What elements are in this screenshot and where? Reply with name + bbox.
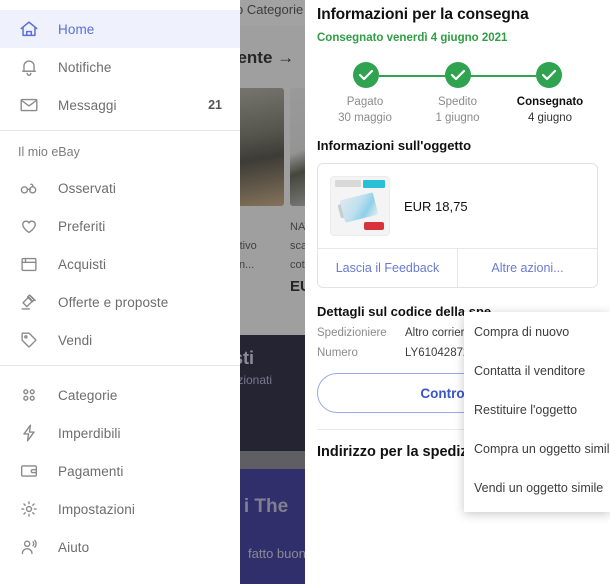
tracker-labels: Pagato 30 maggio Spedito 1 giugno Conseg… — [305, 88, 610, 124]
bolt-icon — [18, 422, 40, 444]
sidebar-group-title: Il mio eBay — [18, 145, 80, 159]
item-thumbnail[interactable] — [330, 176, 390, 236]
tracker-label-paid: Pagato 30 maggio — [321, 96, 409, 124]
menu-item-compra-di-nuovo[interactable]: Compra di nuovo — [464, 312, 610, 351]
tracker-step-paid-icon — [353, 62, 379, 88]
sidebar-item-impostazioni[interactable]: Impostazioni — [0, 490, 240, 528]
sidebar-item-imperdibili[interactable]: Imperdibili — [0, 414, 240, 452]
item-info-heading: Informazioni sull'oggetto — [317, 138, 472, 153]
sidebar-item-label: Imperdibili — [58, 425, 121, 441]
sidebar-item-acquisti[interactable]: Acquisti — [0, 245, 240, 283]
bag-icon — [18, 253, 40, 275]
sidebar-item-label: Preferiti — [58, 218, 106, 234]
sidebar-item-offerte-e-proposte[interactable]: Offerte e proposte — [0, 283, 240, 321]
tracking-key: Spedizioniere — [317, 327, 387, 339]
sidebar-top-spacer — [0, 0, 240, 10]
sidebar-item-label: Impostazioni — [58, 501, 135, 517]
sidebar-drawer: Home Notifiche Messaggi 21 Il mio eBay O… — [0, 0, 240, 584]
bell-icon — [18, 56, 40, 78]
more-actions-button[interactable]: Altre azioni... — [457, 249, 597, 287]
tracking-value: LY61042872 — [405, 347, 470, 359]
sidebar-item-label: Pagamenti — [58, 463, 124, 479]
sidebar-item-label: Osservati — [58, 180, 116, 196]
sidebar-item-label: Vendi — [58, 332, 93, 348]
tracker-label-shipped: Spedito 1 giugno — [414, 96, 502, 124]
thumbnail-brand-mark-right — [363, 180, 385, 188]
tracking-key: Numero — [317, 347, 358, 359]
tracker-step-name: Pagato — [346, 96, 384, 108]
sidebar-item-home[interactable]: Home — [0, 10, 240, 48]
menu-item-compra-un-oggetto-simile[interactable]: Compra un oggetto simile — [464, 429, 610, 468]
envelope-icon — [18, 94, 40, 116]
grid-icon — [18, 384, 40, 406]
leave-feedback-button[interactable]: Lascia il Feedback — [318, 249, 457, 287]
tracker-step-date: 1 giugno — [435, 112, 480, 124]
sidebar-item-label: Messaggi — [58, 97, 117, 113]
home-icon — [18, 18, 40, 40]
sidebar-item-aiuto[interactable]: Aiuto — [0, 528, 240, 566]
sidebar-item-notifiche[interactable]: Notifiche — [0, 48, 240, 86]
sidebar-item-vendi[interactable]: Vendi — [0, 321, 240, 359]
item-summary-row[interactable]: EUR 18,75 — [318, 164, 597, 248]
sidebar-item-messaggi[interactable]: Messaggi 21 — [0, 86, 240, 124]
tracking-value: Altro corriere — [405, 327, 471, 339]
tracker-step-name: Consegnato — [516, 96, 584, 108]
binoculars-icon — [18, 177, 40, 199]
gavel-icon — [18, 291, 40, 313]
thumbnail-red-badge — [364, 222, 384, 230]
item-price: EUR 18,75 — [404, 198, 468, 214]
heart-icon — [18, 215, 40, 237]
sidebar-item-categorie[interactable]: Categorie — [0, 376, 240, 414]
sidebar-item-label: Categorie — [58, 387, 118, 403]
tracker-step-date: 30 maggio — [338, 112, 392, 124]
sidebar-item-label: Offerte e proposte — [58, 294, 169, 310]
page-title: Informazioni per la consegna — [317, 6, 529, 23]
item-card: EUR 18,75 Lascia il Feedback Altre azion… — [317, 163, 598, 288]
delivery-status-text: Consegnato venerdì 4 giugno 2021 — [317, 32, 508, 44]
thumbnail-brand-mark-left — [335, 180, 361, 187]
tracker-label-delivered: Consegnato 4 giugno — [506, 96, 594, 124]
messaggi-badge: 21 — [208, 98, 222, 112]
tracker-step-name: Spedito — [437, 96, 477, 108]
tracker-step-date: 4 giugno — [527, 112, 573, 124]
menu-item-contatta-il-venditore[interactable]: Contatta il venditore — [464, 351, 610, 390]
wallet-icon — [18, 460, 40, 482]
tracker-steps — [305, 62, 610, 88]
support-icon — [18, 536, 40, 558]
tracker-step-shipped-icon — [444, 62, 471, 88]
order-progress-tracker: Pagato 30 maggio Spedito 1 giugno Conseg… — [305, 62, 610, 124]
item-action-bar: Lascia il Feedback Altre azioni... — [318, 248, 597, 287]
sidebar-item-label: Aiuto — [58, 539, 90, 555]
screen-root: o Categorie cente → estivo ki n... NATU … — [0, 0, 610, 584]
more-actions-dropdown: Compra di nuovo Contatta il venditore Re… — [464, 312, 610, 512]
sidebar-item-preferiti[interactable]: Preferiti — [0, 207, 240, 245]
tag-icon — [18, 329, 40, 351]
tracker-step-delivered-icon — [536, 62, 562, 88]
sidebar-item-label: Acquisti — [58, 256, 107, 272]
thumbnail-product-box — [339, 192, 379, 223]
gear-icon — [18, 498, 40, 520]
sidebar-item-osservati[interactable]: Osservati — [0, 169, 240, 207]
sidebar-item-pagamenti[interactable]: Pagamenti — [0, 452, 240, 490]
menu-item-vendi-un-oggetto-simile[interactable]: Vendi un oggetto simile — [464, 468, 610, 507]
sidebar-item-label: Notifiche — [58, 59, 112, 75]
menu-item-restituire-loggetto[interactable]: Restituire l'oggetto — [464, 390, 610, 429]
sidebar-item-label: Home — [58, 21, 95, 37]
